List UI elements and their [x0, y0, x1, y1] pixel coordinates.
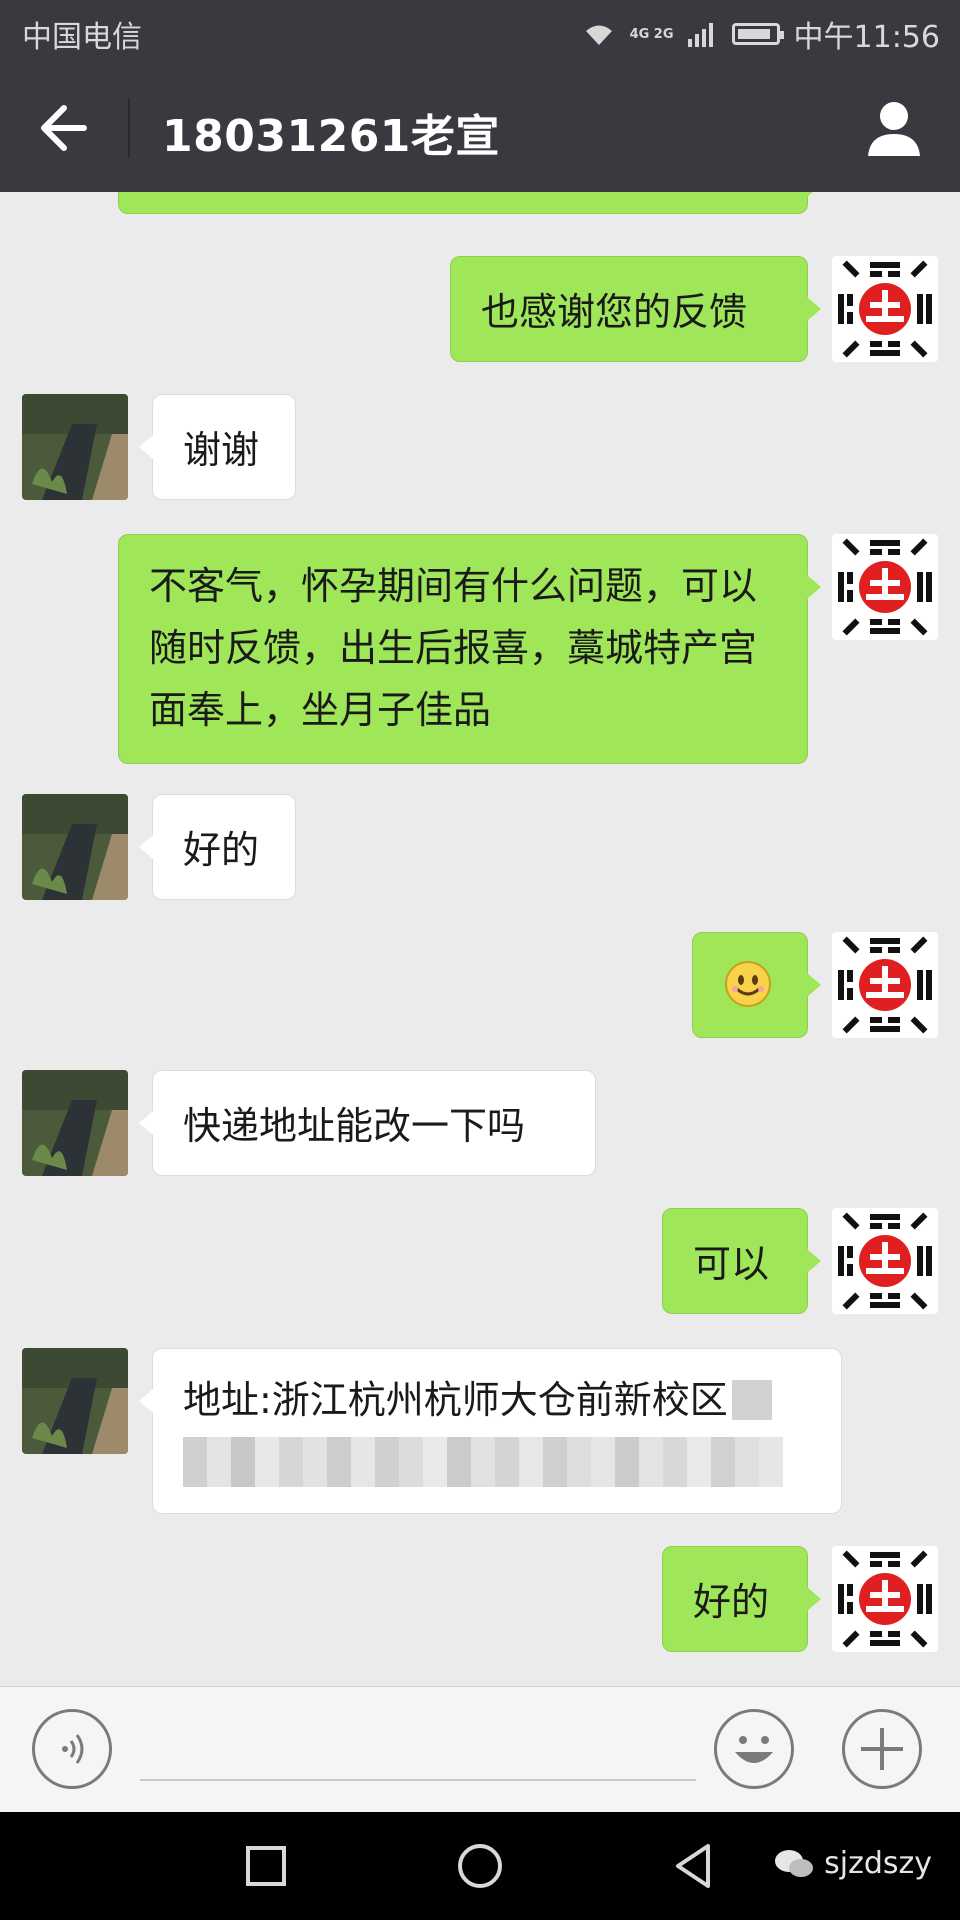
system-nav-bar: sjzdszy [0, 1812, 960, 1920]
wechat-logo-icon [775, 1849, 814, 1877]
message-bubble-self[interactable] [692, 932, 821, 1038]
chat-header: 18031261老宣 [0, 64, 960, 192]
message-text: 快递地址能改一下吗 [183, 1104, 526, 1148]
message-text: 不客气，怀孕期间有什么问题，可以随时反馈，出生后报喜，藁城特产宫面奉上，坐月子佳… [149, 564, 758, 732]
input-bar [0, 1686, 960, 1813]
home-icon[interactable] [454, 1840, 506, 1892]
emoji-button[interactable] [714, 1709, 794, 1789]
chat-title: 18031261老宣 [162, 111, 500, 162]
trigram-logo-icon [832, 1546, 938, 1652]
self-avatar[interactable] [832, 256, 938, 362]
message-bubble-contact[interactable]: 好的 [139, 794, 296, 900]
message-bubble-self[interactable]: 不客气，怀孕期间有什么问题，可以随时反馈，出生后报喜，藁城特产宫面奉上，坐月子佳… [118, 534, 821, 764]
clock-label: 中午11:56 [793, 20, 940, 55]
self-avatar[interactable] [832, 932, 938, 1038]
contact-avatar[interactable] [22, 394, 128, 500]
self-avatar[interactable] [832, 1546, 938, 1652]
message-input[interactable] [140, 1707, 696, 1781]
wifi-icon [585, 25, 612, 45]
message-bubble-contact[interactable]: 地址:浙江杭州杭师大仓前新校区 [139, 1348, 842, 1514]
message-text: 地址:浙江杭州杭师大仓前新校区 [183, 1378, 728, 1422]
back-arrow-icon[interactable] [36, 94, 96, 162]
message-text: 也感谢您的反馈 [481, 290, 748, 334]
redacted-block [731, 1380, 772, 1420]
message-bubble-contact[interactable]: 谢谢 [139, 394, 296, 500]
message-text: 好的 [183, 828, 260, 872]
message-bubble-self[interactable]: 也感谢您的反馈 [450, 256, 821, 362]
contact-photo [22, 394, 128, 500]
voice-input-button[interactable] [32, 1709, 112, 1789]
redacted-text [183, 1437, 811, 1487]
network-label: 4G 2G [629, 26, 674, 42]
smiley-face-icon [735, 1736, 773, 1763]
trigram-logo-icon [832, 534, 938, 640]
carrier-label: 中国电信 [22, 20, 142, 55]
voice-icon [62, 1734, 84, 1764]
contact-avatar[interactable] [22, 1070, 128, 1176]
smile-emoji-icon [725, 961, 771, 1007]
contact-photo [22, 1070, 128, 1176]
trigram-logo-icon [832, 1208, 938, 1314]
nav-back-icon[interactable] [668, 1840, 720, 1892]
header-divider [128, 98, 130, 158]
trigram-logo-icon [832, 256, 938, 362]
status-bar: 中国电信 4G 2G 中午11:56 [0, 0, 960, 64]
watermark: sjzdszy [774, 1846, 932, 1881]
contact-photo [22, 1348, 128, 1454]
message-list[interactable]: 也感谢您的反馈 谢谢 不客气，怀孕期间有什么问题，可以随时反馈，出生后报喜，藁城… [0, 192, 960, 1686]
watermark-text: sjzdszy [824, 1846, 932, 1881]
trigram-logo-icon [832, 932, 938, 1038]
message-text: 谢谢 [183, 428, 260, 472]
message-bubble-self[interactable] [118, 192, 821, 214]
battery-icon [731, 23, 784, 45]
contact-avatar[interactable] [22, 1348, 128, 1454]
message-text: 可以 [693, 1242, 770, 1286]
self-avatar[interactable] [832, 1208, 938, 1314]
contact-avatar[interactable] [22, 794, 128, 900]
recent-apps-icon[interactable] [240, 1840, 292, 1892]
more-options-button[interactable] [842, 1709, 922, 1789]
message-bubble-self[interactable]: 好的 [662, 1546, 821, 1652]
message-text: 好的 [693, 1580, 770, 1624]
plus-icon [861, 1728, 903, 1770]
contact-photo [22, 794, 128, 900]
message-bubble-self[interactable]: 可以 [662, 1208, 821, 1314]
profile-icon[interactable] [864, 98, 924, 158]
self-avatar[interactable] [832, 534, 938, 640]
signal-icon [687, 23, 713, 47]
message-bubble-contact[interactable]: 快递地址能改一下吗 [139, 1070, 596, 1176]
